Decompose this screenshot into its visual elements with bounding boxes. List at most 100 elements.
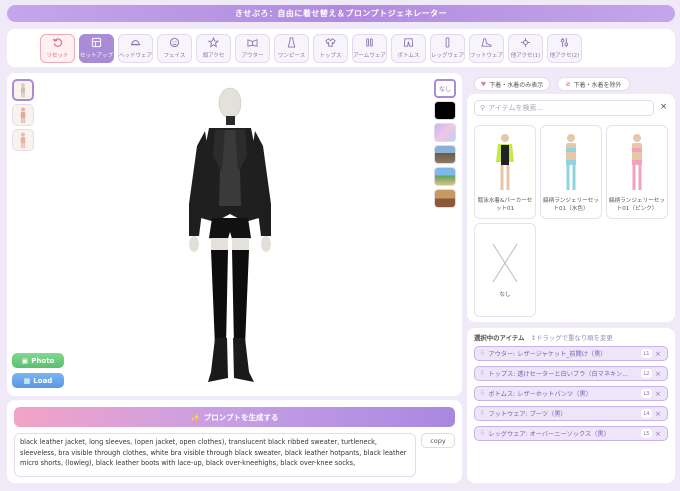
pose-thumbnail-2[interactable] bbox=[12, 104, 34, 126]
item-card[interactable]: 縞柄ランジェリーセット01（ピンク） bbox=[606, 125, 668, 219]
app-title: きせぷろ：自由に着せ替え＆プロンプトジェネレーター bbox=[234, 9, 448, 18]
tab-face-label: フェイス bbox=[163, 53, 186, 59]
remove-icon[interactable]: × bbox=[655, 390, 664, 398]
layer-badge: L5 bbox=[641, 429, 652, 438]
layer-badge: L2 bbox=[641, 369, 652, 378]
mannequin-preview bbox=[189, 87, 271, 382]
footwear-icon bbox=[481, 38, 492, 47]
drag-handle-icon[interactable]: ⠿ bbox=[480, 410, 484, 417]
drag-handle-icon[interactable]: ⠿ bbox=[480, 350, 484, 357]
armwear-icon bbox=[366, 38, 373, 47]
item-card[interactable]: 競泳水着&パーカーセット01 bbox=[474, 125, 536, 219]
tab-bottoms-label: ボトムス bbox=[397, 53, 420, 59]
head-accessory-icon bbox=[208, 37, 219, 48]
selected-item-label: レッグウェア: オーバーニーソックス（黒） bbox=[488, 431, 610, 438]
load-button-label: Load bbox=[33, 376, 53, 385]
generate-prompt-label: プロンプトを生成する bbox=[203, 412, 279, 422]
tab-other-accessory-1[interactable]: 他アクセ(1) bbox=[508, 33, 543, 63]
tab-footwear[interactable]: フットウェア bbox=[469, 33, 504, 63]
item-thumbnail bbox=[632, 134, 642, 190]
tab-onepiece-label: ワンピース bbox=[277, 53, 306, 59]
background-black-swatch[interactable] bbox=[434, 101, 456, 120]
selected-item-row[interactable]: ⠿ レッグウェア: オーバーニーソックス（黒） L5 × bbox=[474, 426, 668, 441]
load-button[interactable]: ▦ Load bbox=[12, 373, 64, 388]
layer-badge: L3 bbox=[641, 389, 652, 398]
mannequin-thumbnail-icon bbox=[20, 107, 26, 124]
reset-button[interactable]: リセット bbox=[40, 33, 75, 63]
background-outdoor-swatch[interactable] bbox=[434, 167, 456, 186]
background-interior-swatch[interactable] bbox=[434, 189, 456, 208]
app-title-bar: きせぷろ：自由に着せ替え＆プロンプトジェネレーター bbox=[7, 5, 675, 22]
pose-thumbnail-3[interactable] bbox=[12, 129, 34, 151]
item-card-title: 競泳水着&パーカーセット01 bbox=[477, 198, 533, 212]
drag-handle-icon[interactable]: ⠿ bbox=[480, 390, 484, 397]
face-icon bbox=[169, 37, 180, 48]
tab-bottoms[interactable]: ボトムス bbox=[391, 33, 426, 63]
exclude-underwear-label: 下着・水着を除外 bbox=[573, 81, 622, 89]
pose-thumbnail-1[interactable] bbox=[12, 79, 34, 101]
tab-outer-label: アウター bbox=[241, 53, 264, 59]
layer-badge: L4 bbox=[641, 409, 652, 418]
tab-headwear-label: ヘッドウェア bbox=[119, 53, 153, 59]
remove-icon[interactable]: × bbox=[655, 430, 664, 438]
tab-onepiece[interactable]: ワンピース bbox=[274, 33, 309, 63]
selected-item-row[interactable]: ⠿ アウター: レザージャケット_前開け（黒） L1 × bbox=[474, 346, 668, 361]
tab-setup[interactable]: セットアップ bbox=[79, 33, 114, 63]
background-none-label: なし bbox=[438, 86, 451, 93]
setup-icon bbox=[91, 37, 102, 48]
legwear-icon bbox=[445, 37, 450, 48]
selected-items-heading: 選択中のアイテム ↕ドラッグで重なり順を変更 bbox=[474, 333, 613, 342]
tab-head-accessory[interactable]: 頭アクセ bbox=[196, 33, 231, 63]
photo-button-label: Photo bbox=[31, 356, 55, 365]
other-accessory-1-icon bbox=[520, 37, 531, 48]
photo-button[interactable]: ▣ Photo bbox=[12, 353, 64, 368]
copy-button[interactable]: copy bbox=[421, 433, 455, 448]
tab-face[interactable]: フェイス bbox=[157, 33, 192, 63]
background-room-swatch[interactable] bbox=[434, 145, 456, 164]
layer-badge: L1 bbox=[641, 349, 652, 358]
tab-other-accessory-2-label: 他アクセ(2) bbox=[549, 53, 580, 59]
tab-tops[interactable]: トップス bbox=[313, 33, 348, 63]
selected-items-title: 選択中のアイテム bbox=[474, 334, 525, 342]
generate-prompt-button[interactable]: ✨ プロンプトを生成する bbox=[14, 407, 455, 427]
tab-armwear[interactable]: アームウェア bbox=[352, 33, 387, 63]
remove-icon[interactable]: × bbox=[655, 350, 664, 358]
tab-legwear-label: レッグウェア bbox=[431, 53, 465, 59]
other-accessory-2-icon bbox=[560, 37, 569, 48]
tab-legwear[interactable]: レッグウェア bbox=[430, 33, 465, 63]
headwear-icon bbox=[130, 40, 141, 46]
tab-footwear-label: フットウェア bbox=[470, 53, 504, 59]
mannequin-thumbnail-icon bbox=[20, 132, 26, 149]
underwear-icon: ♥ bbox=[480, 80, 487, 88]
mannequin-thumbnail-icon bbox=[20, 83, 26, 98]
underwear-only-label: 下着・水着のみ表示 bbox=[489, 81, 544, 89]
exclude-underwear-filter[interactable]: ⊘ 下着・水着を除外 bbox=[557, 77, 630, 91]
item-card-title: 縞柄ランジェリーセット01（水色） bbox=[543, 198, 599, 212]
remove-icon[interactable]: × bbox=[655, 410, 664, 418]
tab-other-accessory-2[interactable]: 他アクセ(2) bbox=[547, 33, 582, 63]
sparkle-icon: ✨ bbox=[190, 412, 200, 422]
onepiece-icon bbox=[287, 37, 296, 48]
selected-item-label: フットウェア: ブーツ（黒） bbox=[488, 411, 567, 418]
selected-item-row[interactable]: ⠿ ボトムス: レザーホットパンツ（黒） L3 × bbox=[474, 386, 668, 401]
item-card-title: 縞柄ランジェリーセット01（ピンク） bbox=[609, 198, 665, 212]
background-pastel-swatch[interactable] bbox=[434, 123, 456, 142]
remove-icon[interactable]: × bbox=[655, 370, 664, 378]
selected-item-label: トップス: 透けセーターと白いブラ（白マネキン... bbox=[488, 371, 629, 378]
tab-headwear[interactable]: ヘッドウェア bbox=[118, 33, 153, 63]
item-search-field[interactable]: ⚲ アイテムを検索... bbox=[474, 100, 654, 116]
outer-icon bbox=[247, 39, 258, 47]
underwear-only-filter[interactable]: ♥ 下着・水着のみ表示 bbox=[474, 77, 550, 91]
tab-other-accessory-1-label: 他アクセ(1) bbox=[510, 53, 541, 59]
search-placeholder: アイテムを検索... bbox=[488, 104, 544, 112]
drag-handle-icon[interactable]: ⠿ bbox=[480, 430, 484, 437]
background-none-swatch[interactable]: なし bbox=[434, 79, 456, 98]
item-card[interactable]: 縞柄ランジェリーセット01（水色） bbox=[540, 125, 602, 219]
item-card-none[interactable]: なし bbox=[474, 223, 536, 317]
selected-item-row[interactable]: ⠿ フットウェア: ブーツ（黒） L4 × bbox=[474, 406, 668, 421]
clear-search-icon[interactable]: × bbox=[659, 103, 668, 112]
tab-outer[interactable]: アウター bbox=[235, 33, 270, 63]
drag-handle-icon[interactable]: ⠿ bbox=[480, 370, 484, 377]
prompt-output[interactable]: black leather jacket, long sleeves, (ope… bbox=[14, 433, 416, 477]
selected-item-row[interactable]: ⠿ トップス: 透けセーターと白いブラ（白マネキン... L2 × bbox=[474, 366, 668, 381]
